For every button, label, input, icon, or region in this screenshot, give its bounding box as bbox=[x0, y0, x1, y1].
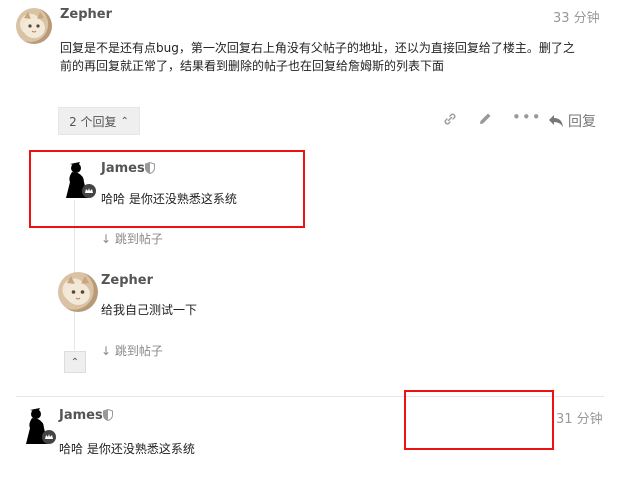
jump-label: 跳到帖子 bbox=[114, 232, 163, 246]
replies-toggle-button[interactable]: 2 个回复 ⌃ bbox=[58, 107, 140, 135]
post-body-line-2: 前的再回复就正常了，结果看到删除的帖子也在回复给詹姆斯的列表下面 bbox=[60, 59, 445, 73]
avatar[interactable] bbox=[58, 272, 98, 312]
avatar[interactable] bbox=[16, 8, 52, 44]
post-time[interactable]: 31 分钟 bbox=[556, 408, 603, 427]
reply-button[interactable]: 回复 bbox=[548, 111, 596, 131]
reply-label: 回复 bbox=[568, 114, 596, 130]
pencil-icon[interactable] bbox=[477, 111, 493, 131]
post-author[interactable]: James bbox=[59, 408, 103, 423]
arrow-down-icon: ↓ bbox=[101, 232, 112, 246]
silhouette-avatar-image bbox=[26, 408, 56, 444]
chevron-up-icon: ⌃ bbox=[70, 356, 80, 368]
more-icon[interactable]: ••• bbox=[512, 108, 542, 126]
cat-avatar-image bbox=[66, 276, 90, 305]
cat-avatar-image bbox=[23, 12, 45, 38]
chevron-up-icon: ⌃ bbox=[120, 115, 129, 127]
replies-count-label: 2 个回复 bbox=[69, 114, 117, 129]
highlight-box-reply bbox=[29, 150, 305, 228]
reply-text: 给我自己测试一下 bbox=[101, 303, 198, 317]
arrow-down-icon: ↓ bbox=[101, 344, 112, 358]
collapse-replies-button[interactable]: ⌃ bbox=[64, 351, 86, 373]
reply-author[interactable]: Zepher bbox=[101, 273, 153, 288]
post-time[interactable]: 33 分钟 bbox=[553, 7, 600, 26]
jump-to-post-link[interactable]: ↓ 跳到帖子 bbox=[101, 230, 163, 247]
post-author[interactable]: Zepher bbox=[60, 7, 112, 22]
jump-label: 跳到帖子 bbox=[114, 344, 163, 358]
avatar[interactable] bbox=[18, 406, 58, 446]
highlight-box-parent-link bbox=[404, 390, 554, 450]
reply-arrow-icon bbox=[549, 115, 563, 127]
shield-icon bbox=[103, 408, 113, 424]
jump-to-post-link[interactable]: ↓ 跳到帖子 bbox=[101, 342, 163, 359]
post-body: 哈哈 是你还没熟悉这系统 bbox=[59, 442, 195, 456]
link-icon[interactable] bbox=[442, 111, 458, 131]
